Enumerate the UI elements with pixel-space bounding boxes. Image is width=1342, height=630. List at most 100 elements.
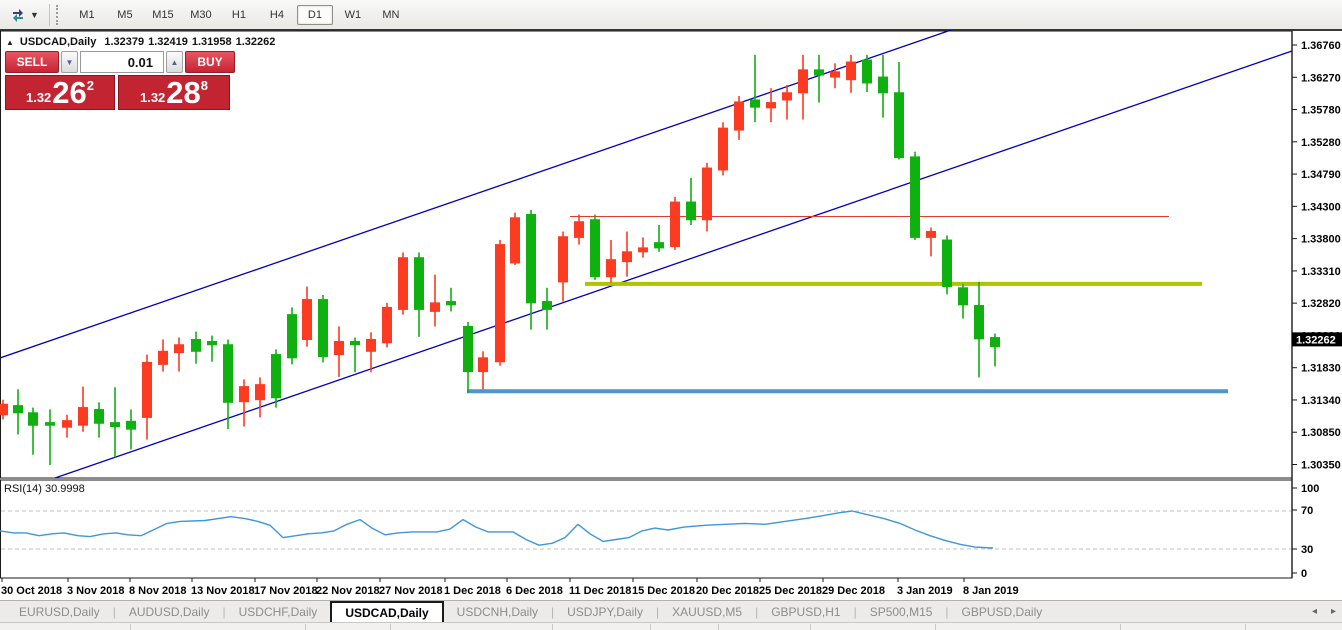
timeframe-button-h1[interactable]: H1	[221, 5, 257, 25]
candle	[192, 332, 201, 364]
svg-text:11 Dec 2018: 11 Dec 2018	[569, 585, 631, 597]
chart-canvas[interactable]: 1.367601.362701.357801.352801.347901.343…	[0, 30, 1342, 600]
one-click-trading-widget: SELL ▼ ▲ BUY 1.32 26 2 1.32 28 8	[5, 51, 229, 110]
candle	[256, 377, 265, 417]
timeframe-button-m1[interactable]: M1	[69, 5, 105, 25]
tab-usdjpy-daily[interactable]: USDJPY,Daily	[554, 601, 656, 623]
ohlc-low: 1.31958	[192, 36, 232, 48]
timeframe-button-mn[interactable]: MN	[373, 5, 409, 25]
tab-scroll-left-icon[interactable]: ◂	[1312, 606, 1317, 617]
candle	[687, 178, 696, 225]
candle	[46, 410, 55, 466]
svg-text:1.34790: 1.34790	[1301, 169, 1341, 181]
candle	[831, 63, 840, 88]
timeframe-button-m30[interactable]: M30	[183, 5, 219, 25]
rsi-value: 30.9998	[45, 483, 85, 495]
svg-text:3 Jan 2019: 3 Jan 2019	[897, 585, 953, 597]
svg-text:1.30850: 1.30850	[1301, 427, 1341, 439]
tab-gbpusd-h1[interactable]: GBPUSD,H1	[758, 601, 853, 623]
chart-shift-icon[interactable]	[8, 6, 28, 24]
horizontal-level-lines[interactable]	[467, 216, 1228, 391]
candle	[399, 252, 408, 314]
status-divider	[935, 624, 936, 630]
volume-increase-button[interactable]: ▲	[166, 51, 183, 73]
tab-gbpusd-daily[interactable]: GBPUSD,Daily	[949, 601, 1056, 623]
candle	[272, 349, 281, 407]
tab-xauusd-m5[interactable]: XAUUSD,M5	[659, 601, 755, 623]
candle	[431, 275, 440, 327]
candle	[927, 228, 936, 257]
candle	[351, 338, 360, 373]
sell-button[interactable]: SELL	[5, 51, 59, 73]
svg-text:29 Dec 2018: 29 Dec 2018	[822, 585, 885, 597]
svg-text:30: 30	[1301, 544, 1313, 556]
volume-decrease-button[interactable]: ▼	[61, 51, 78, 73]
buy-price-sup: 8	[201, 78, 208, 93]
tab-eurusd-daily[interactable]: EURUSD,Daily	[6, 601, 113, 623]
chart-shift-dropdown-icon[interactable]: ▼	[30, 10, 39, 20]
candle	[319, 295, 328, 362]
candle	[479, 351, 488, 389]
status-divider	[1120, 624, 1121, 630]
symbol-tabbar: EURUSD,Daily|AUDUSD,Daily|USDCHF,DailyUS…	[0, 600, 1342, 623]
timeframe-button-w1[interactable]: W1	[335, 5, 371, 25]
tab-usdchf-daily[interactable]: USDCHF,Daily	[226, 601, 331, 623]
chart-symbol-label: USDCAD,Daily	[20, 36, 96, 48]
tab-scroll-controls: ◂ ▸	[1312, 600, 1336, 622]
timeframe-button-m5[interactable]: M5	[107, 5, 143, 25]
candle	[959, 284, 968, 319]
timeframe-button-d1[interactable]: D1	[297, 5, 333, 25]
tab-audusd-daily[interactable]: AUDUSD,Daily	[116, 601, 223, 623]
buy-price-display[interactable]: 1.32 28 8	[118, 75, 230, 110]
candle	[671, 197, 680, 250]
svg-text:1.32820: 1.32820	[1301, 298, 1341, 310]
candle	[159, 340, 168, 372]
candle	[751, 55, 760, 122]
candle	[911, 152, 920, 240]
volume-input[interactable]	[80, 51, 164, 73]
rsi-subwindow: 10070300	[0, 483, 1319, 580]
candle	[208, 336, 217, 362]
svg-text:27 Nov 2018: 27 Nov 2018	[379, 585, 443, 597]
svg-text:13 Nov 2018: 13 Nov 2018	[191, 585, 255, 597]
collapse-arrow-icon[interactable]: ▲	[6, 38, 14, 47]
svg-text:6 Dec 2018: 6 Dec 2018	[506, 585, 563, 597]
buy-price-prefix: 1.32	[140, 91, 165, 104]
tab-sp500-m15[interactable]: SP500,M15	[857, 601, 946, 623]
toolbar-separator	[49, 4, 50, 26]
status-divider	[130, 624, 131, 630]
sell-price-sup: 2	[87, 78, 94, 93]
ohlc-high: 1.32419	[148, 36, 188, 48]
rsi-name: RSI(14)	[4, 483, 42, 495]
candle	[511, 213, 520, 265]
status-divider	[305, 624, 306, 630]
candle	[895, 62, 904, 160]
candle	[79, 387, 88, 432]
sell-price-display[interactable]: 1.32 26 2	[5, 75, 115, 110]
terminal-window: ▼ M1M5M15M30H1H4D1W1MN 1.367601.362701.3…	[0, 0, 1342, 630]
svg-text:1.31830: 1.31830	[1301, 363, 1341, 375]
timeframe-buttons: M1M5M15M30H1H4D1W1MN	[68, 5, 410, 25]
candle	[719, 122, 728, 175]
tab-usdcnh-daily[interactable]: USDCNH,Daily	[444, 601, 551, 623]
candle	[975, 282, 984, 378]
rsi-line	[0, 511, 993, 548]
buy-button[interactable]: BUY	[185, 51, 235, 73]
timeframes-toolbar: ▼ M1M5M15M30H1H4D1W1MN	[0, 0, 1342, 31]
toolbar-grip[interactable]	[56, 5, 62, 25]
candle	[383, 303, 392, 348]
tab-scroll-right-icon[interactable]: ▸	[1331, 606, 1336, 617]
tab-usdcad-daily[interactable]: USDCAD,Daily	[330, 601, 443, 623]
price-axis: 1.367601.362701.357801.352801.347901.343…	[1292, 40, 1341, 472]
candle	[527, 210, 536, 330]
timeframe-button-h4[interactable]: H4	[259, 5, 295, 25]
svg-text:15 Dec 2018: 15 Dec 2018	[632, 585, 695, 597]
candle	[14, 389, 23, 434]
candle	[111, 387, 120, 457]
sell-price-big: 26	[52, 79, 86, 107]
svg-text:1.34300: 1.34300	[1301, 201, 1341, 213]
timeframe-button-m15[interactable]: M15	[145, 5, 181, 25]
svg-text:70: 70	[1301, 505, 1313, 517]
candle	[240, 379, 249, 426]
svg-text:1.31340: 1.31340	[1301, 395, 1341, 407]
